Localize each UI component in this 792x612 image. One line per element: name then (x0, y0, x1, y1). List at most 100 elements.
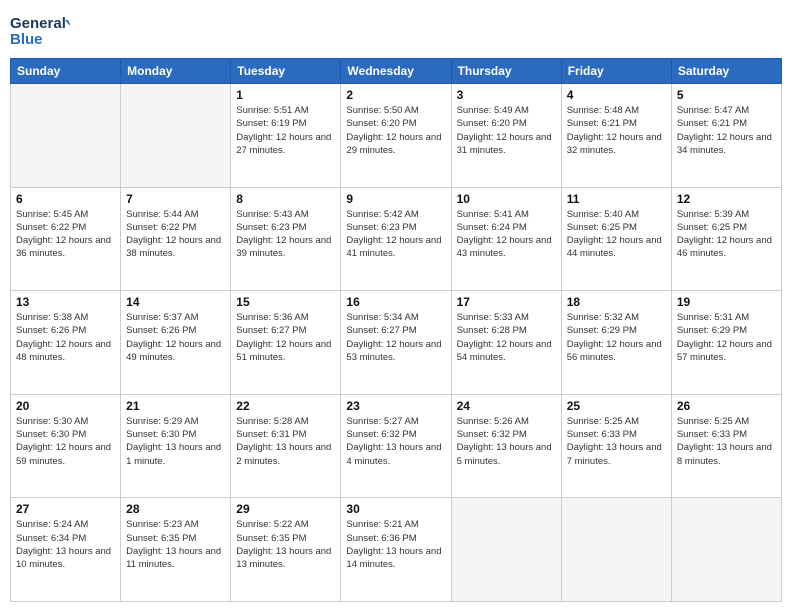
cell-2-4: 17Sunrise: 5:33 AM Sunset: 6:28 PM Dayli… (451, 291, 561, 395)
cell-info: Sunrise: 5:26 AM Sunset: 6:32 PM Dayligh… (457, 415, 556, 468)
header: General Blue (10, 10, 782, 50)
cell-day-number: 24 (457, 399, 556, 413)
cell-4-0: 27 Sunrise: 5:24 AM Sunset: 6:34 PM Dayli… (11, 498, 121, 602)
cell-day-number: 1 (236, 88, 335, 102)
header-monday: Monday (121, 59, 231, 84)
header-sunday: Sunday (11, 59, 121, 84)
cell-info: Sunrise: 5:21 AM Sunset: 6:36 PM Dayligh… (346, 518, 445, 571)
cell-day-number: 11 (567, 192, 666, 206)
cell-day-number: 12 (677, 192, 776, 206)
cell-info: Sunrise: 5:47 AM Sunset: 6:21 PM Dayligh… (677, 104, 776, 157)
cell-4-1: 28 Sunrise: 5:23 AM Sunset: 6:35 PM Dayli… (121, 498, 231, 602)
svg-text:Blue: Blue (10, 31, 43, 48)
cell-day-number: 28 (126, 502, 225, 516)
cell-day-number: 21 (126, 399, 225, 413)
calendar: SundayMondayTuesdayWednesdayThursdayFrid… (10, 58, 782, 602)
cell-info: Sunrise: 5:45 AM Sunset: 6:22 PM Dayligh… (16, 208, 115, 261)
logo: General Blue (10, 10, 70, 50)
header-friday: Friday (561, 59, 671, 84)
cell-1-6: 12 Sunrise: 5:39 AM Sunset: 6:25 PM Dayli… (671, 187, 781, 291)
cell-info: Sunrise: 5:34 AM Sunset: 6:27 PM Dayligh… (346, 311, 445, 364)
cell-day-number: 3 (457, 88, 556, 102)
cell-info: Sunrise: 5:37 AM Sunset: 6:26 PM Dayligh… (126, 311, 225, 364)
cell-3-3: 23Sunrise: 5:27 AM Sunset: 6:32 PM Dayli… (341, 394, 451, 498)
cell-day-number: 20 (16, 399, 115, 413)
cell-3-6: 26 Sunrise: 5:25 AM Sunset: 6:33 PM Dayli… (671, 394, 781, 498)
cell-day-number: 25 (567, 399, 666, 413)
cell-info: Sunrise: 5:42 AM Sunset: 6:23 PM Dayligh… (346, 208, 445, 261)
cell-day-number: 16 (346, 295, 445, 309)
cell-day-number: 2 (346, 88, 445, 102)
cell-info: Sunrise: 5:24 AM Sunset: 6:34 PM Dayligh… (16, 518, 115, 571)
week-row-2: 13 Sunrise: 5:38 AM Sunset: 6:26 PM Dayli… (11, 291, 782, 395)
cell-info: Sunrise: 5:27 AM Sunset: 6:32 PM Dayligh… (346, 415, 445, 468)
cell-day-number: 5 (677, 88, 776, 102)
cell-info: Sunrise: 5:36 AM Sunset: 6:27 PM Dayligh… (236, 311, 335, 364)
cell-0-0 (11, 84, 121, 188)
calendar-header-row: SundayMondayTuesdayWednesdayThursdayFrid… (11, 59, 782, 84)
cell-day-number: 19 (677, 295, 776, 309)
cell-day-number: 9 (346, 192, 445, 206)
cell-day-number: 14 (126, 295, 225, 309)
cell-day-number: 8 (236, 192, 335, 206)
cell-0-5: 4 Sunrise: 5:48 AM Sunset: 6:21 PM Daylig… (561, 84, 671, 188)
week-row-1: 6 Sunrise: 5:45 AM Sunset: 6:22 PM Daylig… (11, 187, 782, 291)
cell-1-2: 8 Sunrise: 5:43 AM Sunset: 6:23 PM Daylig… (231, 187, 341, 291)
cell-day-number: 13 (16, 295, 115, 309)
cell-1-0: 6 Sunrise: 5:45 AM Sunset: 6:22 PM Daylig… (11, 187, 121, 291)
cell-day-number: 6 (16, 192, 115, 206)
cell-2-0: 13 Sunrise: 5:38 AM Sunset: 6:26 PM Dayli… (11, 291, 121, 395)
svg-text:General: General (10, 15, 66, 32)
cell-day-number: 7 (126, 192, 225, 206)
cell-1-1: 7 Sunrise: 5:44 AM Sunset: 6:22 PM Daylig… (121, 187, 231, 291)
cell-info: Sunrise: 5:39 AM Sunset: 6:25 PM Dayligh… (677, 208, 776, 261)
cell-info: Sunrise: 5:51 AM Sunset: 6:19 PM Dayligh… (236, 104, 335, 157)
cell-0-1 (121, 84, 231, 188)
cell-day-number: 27 (16, 502, 115, 516)
cell-info: Sunrise: 5:48 AM Sunset: 6:21 PM Dayligh… (567, 104, 666, 157)
cell-3-2: 22Sunrise: 5:28 AM Sunset: 6:31 PM Dayli… (231, 394, 341, 498)
cell-3-0: 20 Sunrise: 5:30 AM Sunset: 6:30 PM Dayli… (11, 394, 121, 498)
cell-0-2: 1 Sunrise: 5:51 AM Sunset: 6:19 PM Daylig… (231, 84, 341, 188)
cell-2-6: 19Sunrise: 5:31 AM Sunset: 6:29 PM Dayli… (671, 291, 781, 395)
cell-0-6: 5 Sunrise: 5:47 AM Sunset: 6:21 PM Daylig… (671, 84, 781, 188)
cell-3-1: 21 Sunrise: 5:29 AM Sunset: 6:30 PM Dayli… (121, 394, 231, 498)
week-row-4: 27 Sunrise: 5:24 AM Sunset: 6:34 PM Dayli… (11, 498, 782, 602)
cell-info: Sunrise: 5:25 AM Sunset: 6:33 PM Dayligh… (677, 415, 776, 468)
cell-2-5: 18 Sunrise: 5:32 AM Sunset: 6:29 PM Dayli… (561, 291, 671, 395)
cell-4-4 (451, 498, 561, 602)
cell-info: Sunrise: 5:22 AM Sunset: 6:35 PM Dayligh… (236, 518, 335, 571)
header-tuesday: Tuesday (231, 59, 341, 84)
cell-day-number: 30 (346, 502, 445, 516)
cell-info: Sunrise: 5:43 AM Sunset: 6:23 PM Dayligh… (236, 208, 335, 261)
cell-4-2: 29 Sunrise: 5:22 AM Sunset: 6:35 PM Dayli… (231, 498, 341, 602)
header-saturday: Saturday (671, 59, 781, 84)
week-row-3: 20 Sunrise: 5:30 AM Sunset: 6:30 PM Dayli… (11, 394, 782, 498)
cell-3-5: 25 Sunrise: 5:25 AM Sunset: 6:33 PM Dayli… (561, 394, 671, 498)
cell-day-number: 22 (236, 399, 335, 413)
header-thursday: Thursday (451, 59, 561, 84)
cell-1-3: 9 Sunrise: 5:42 AM Sunset: 6:23 PM Daylig… (341, 187, 451, 291)
cell-day-number: 15 (236, 295, 335, 309)
cell-day-number: 4 (567, 88, 666, 102)
cell-0-3: 2Sunrise: 5:50 AM Sunset: 6:20 PM Daylig… (341, 84, 451, 188)
cell-day-number: 18 (567, 295, 666, 309)
cell-2-3: 16 Sunrise: 5:34 AM Sunset: 6:27 PM Dayli… (341, 291, 451, 395)
cell-2-1: 14 Sunrise: 5:37 AM Sunset: 6:26 PM Dayli… (121, 291, 231, 395)
cell-1-4: 10Sunrise: 5:41 AM Sunset: 6:24 PM Dayli… (451, 187, 561, 291)
cell-info: Sunrise: 5:38 AM Sunset: 6:26 PM Dayligh… (16, 311, 115, 364)
cell-day-number: 29 (236, 502, 335, 516)
cell-info: Sunrise: 5:25 AM Sunset: 6:33 PM Dayligh… (567, 415, 666, 468)
cell-info: Sunrise: 5:29 AM Sunset: 6:30 PM Dayligh… (126, 415, 225, 468)
cell-day-number: 26 (677, 399, 776, 413)
page: General Blue SundayMondayTuesdayWednesda… (0, 0, 792, 612)
cell-info: Sunrise: 5:33 AM Sunset: 6:28 PM Dayligh… (457, 311, 556, 364)
cell-info: Sunrise: 5:23 AM Sunset: 6:35 PM Dayligh… (126, 518, 225, 571)
cell-0-4: 3 Sunrise: 5:49 AM Sunset: 6:20 PM Daylig… (451, 84, 561, 188)
cell-info: Sunrise: 5:49 AM Sunset: 6:20 PM Dayligh… (457, 104, 556, 157)
cell-1-5: 11Sunrise: 5:40 AM Sunset: 6:25 PM Dayli… (561, 187, 671, 291)
cell-info: Sunrise: 5:30 AM Sunset: 6:30 PM Dayligh… (16, 415, 115, 468)
cell-info: Sunrise: 5:32 AM Sunset: 6:29 PM Dayligh… (567, 311, 666, 364)
calendar-body: 1 Sunrise: 5:51 AM Sunset: 6:19 PM Daylig… (11, 84, 782, 602)
cell-info: Sunrise: 5:44 AM Sunset: 6:22 PM Dayligh… (126, 208, 225, 261)
